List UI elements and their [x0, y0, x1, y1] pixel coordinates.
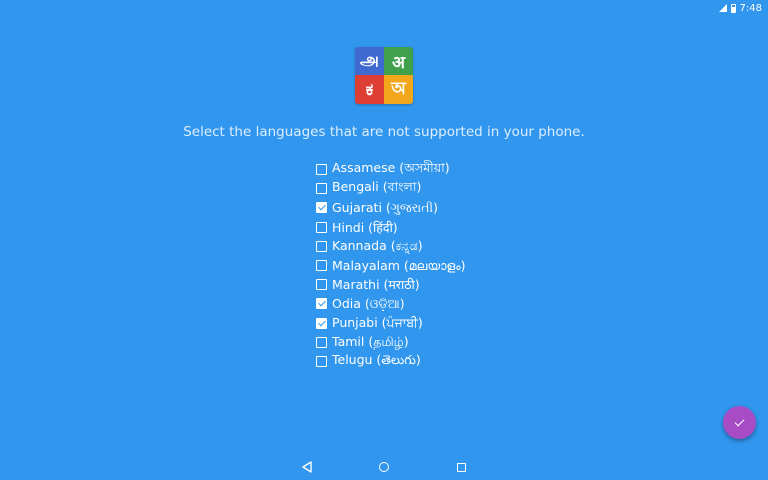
nav-recent-button[interactable] [454, 460, 468, 474]
language-label: Gujarati (ગુજરાતી) [332, 199, 438, 215]
language-label: Hindi (हिंदी) [332, 219, 398, 235]
language-label: Malayalam (മലയാളം) [332, 257, 466, 273]
recent-square-icon [456, 462, 466, 472]
back-triangle-icon [302, 461, 312, 473]
logo-cell-bengali: অ [384, 75, 413, 104]
language-item[interactable]: Gujarati (ગુજરાતી) [316, 198, 465, 217]
language-label: Assamese (অসমীয়া) [332, 159, 450, 175]
language-label: Punjabi (ਪੰਜਾਬੀ) [332, 315, 423, 331]
language-item[interactable]: Telugu (తెలుగు) [316, 352, 465, 371]
language-checkbox[interactable] [316, 336, 327, 348]
language-item[interactable]: Marathi (मराठी) [316, 275, 465, 294]
language-label: Odia (ଓଡ଼ିଆ) [332, 295, 405, 311]
confirm-fab-button[interactable] [723, 406, 756, 439]
logo-cell-hindi: अ [384, 47, 413, 75]
language-item[interactable]: Tamil (தமிழ்) [316, 333, 465, 352]
logo-cell-kannada: ಕ [355, 75, 384, 104]
language-checkbox[interactable] [316, 279, 327, 291]
app-logo: அ अ ಕ অ [355, 47, 413, 104]
nav-home-button[interactable] [377, 460, 391, 474]
language-checkbox[interactable] [316, 240, 327, 252]
language-label: Kannada (ಕನ್ನಡ) [332, 238, 423, 254]
language-label: Marathi (मराठी) [332, 277, 420, 293]
language-checkbox[interactable] [316, 221, 327, 233]
language-item[interactable]: Odia (ଓଡ଼ିଆ) [316, 294, 465, 313]
language-item[interactable]: Malayalam (മലയാളം) [316, 256, 465, 275]
language-checkbox[interactable] [316, 164, 327, 176]
language-label: Telugu (తెలుగు) [332, 351, 421, 367]
status-time: 7:48 [739, 2, 762, 14]
language-checkbox[interactable] [316, 317, 327, 329]
language-checkbox[interactable] [316, 355, 327, 367]
navigation-bar [0, 452, 768, 480]
battery-icon [730, 3, 736, 13]
language-item[interactable]: Hindi (हिंदी) [316, 218, 465, 237]
check-icon [734, 416, 745, 426]
language-label: Tamil (தமிழ்) [332, 333, 409, 349]
language-checkbox[interactable] [316, 183, 327, 195]
logo-cell-tamil: அ [355, 47, 384, 75]
signal-icon [718, 4, 727, 12]
language-item[interactable]: Kannada (ಕನ್ನಡ) [316, 237, 465, 256]
language-checkbox[interactable] [316, 260, 327, 272]
language-item[interactable]: Assamese (অসমীয়া) [316, 160, 465, 179]
language-label: Bengali (বাংলা) [332, 178, 422, 194]
status-bar: 7:48 [0, 0, 768, 16]
nav-back-button[interactable] [300, 460, 314, 474]
language-item[interactable]: Punjabi (ਪੰਜਾਬੀ) [316, 314, 465, 333]
language-item[interactable]: Bengali (বাংলা) [316, 179, 465, 198]
language-checkbox[interactable] [316, 298, 327, 310]
home-circle-icon [379, 462, 389, 472]
instruction-text: Select the languages that are not suppor… [183, 124, 585, 140]
language-list: Assamese (অসমীয়া) Bengali (বাংলা) Gujar… [316, 160, 465, 371]
language-checkbox[interactable] [316, 202, 327, 214]
